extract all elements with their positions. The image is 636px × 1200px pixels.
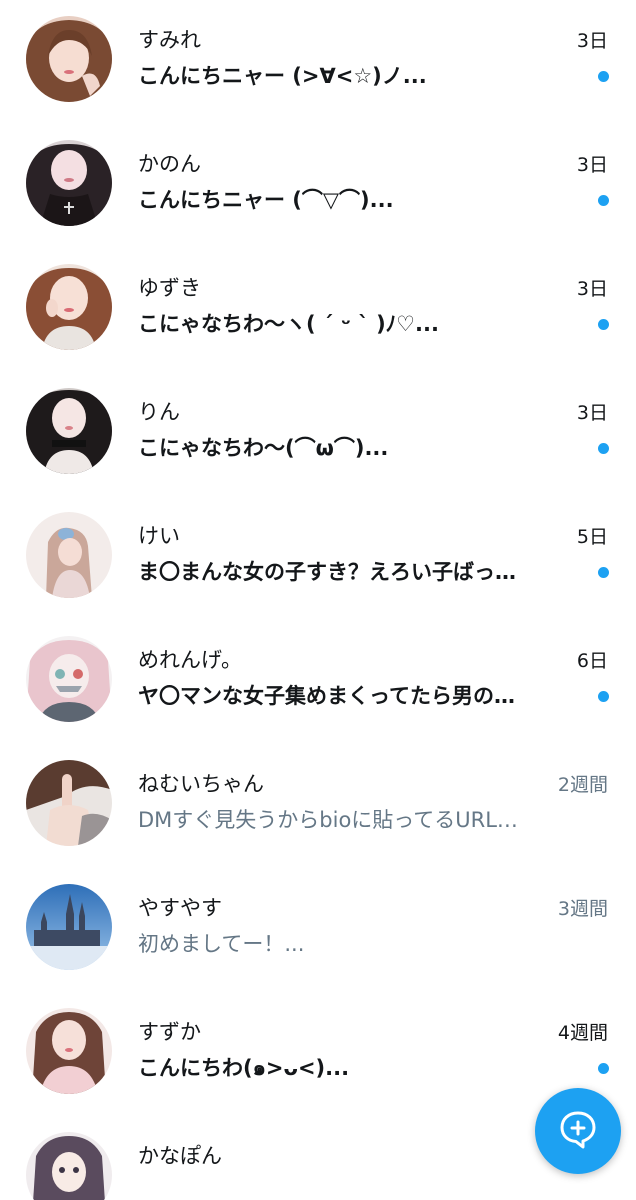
conversation-list: すみれ 3日 こんにちニャー (>∀<☆)ノ... かのん 3日 こんにちニャー… xyxy=(0,0,636,1200)
new-message-button[interactable] xyxy=(535,1088,621,1174)
new-message-icon xyxy=(556,1107,600,1155)
hand-photo-avatar[interactable] xyxy=(26,760,112,846)
conversation-time: 3日 xyxy=(576,154,608,176)
woman-portrait-avatar[interactable] xyxy=(26,264,112,350)
conversation-name: やすやす xyxy=(138,896,222,920)
unread-indicator xyxy=(598,1063,609,1074)
conversation-name: ねむいちゃん xyxy=(138,772,264,796)
conversation-row[interactable]: ねむいちゃん 2週間 DMすぐ見失うからbioに貼ってるURL… xyxy=(0,744,636,868)
conversation-time: 3週間 xyxy=(557,898,608,920)
anime-illustration-avatar[interactable] xyxy=(26,636,112,722)
conversation-preview: DMすぐ見失うからbioに貼ってるURL… xyxy=(138,808,518,832)
woman-portrait-avatar[interactable] xyxy=(26,1008,112,1094)
conversation-preview: こんにちわ(๑>ᴗ<)... xyxy=(138,1056,350,1080)
unread-indicator xyxy=(598,319,609,330)
woman-portrait-avatar[interactable] xyxy=(26,388,112,474)
conversation-row[interactable]: やすやす 3週間 初めましてー！... xyxy=(0,868,636,992)
conversation-preview: こにゃなちわ〜ヽ( ´ ᵕ ` )ﾉ♡... xyxy=(138,312,439,336)
conversation-row[interactable]: かのん 3日 こんにちニャー (⌒▽⌒)... xyxy=(0,124,636,248)
conversation-preview: 初めましてー！... xyxy=(138,932,305,956)
anime-illustration-avatar[interactable] xyxy=(26,1132,112,1200)
unread-indicator xyxy=(598,71,609,82)
conversation-name: すみれ xyxy=(138,28,201,52)
conversation-name: めれんげ。 xyxy=(138,648,242,672)
conversation-preview: こんにちニャー (⌒▽⌒)... xyxy=(138,188,394,212)
conversation-time: 2週間 xyxy=(557,774,608,796)
woman-portrait-avatar[interactable] xyxy=(26,140,112,226)
unread-indicator xyxy=(598,691,609,702)
conversation-preview: ま〇まんな女の子すき？えろい子ばっ… xyxy=(138,560,516,584)
conversation-name: ゆずき xyxy=(138,276,201,300)
unread-indicator xyxy=(598,567,609,578)
conversation-time: 3日 xyxy=(576,402,608,424)
conversation-time: 6日 xyxy=(576,650,608,672)
conversation-preview: こんにちニャー (>∀<☆)ノ... xyxy=(138,64,427,88)
conversation-name: けい xyxy=(138,524,180,548)
conversation-name: すずか xyxy=(138,1020,201,1044)
conversation-row[interactable]: すみれ 3日 こんにちニャー (>∀<☆)ノ... xyxy=(0,0,636,124)
conversation-row[interactable]: めれんげ。 6日 ヤ〇マンな女子集めまくってたら男の… xyxy=(0,620,636,744)
conversation-row[interactable]: ゆずき 3日 こにゃなちわ〜ヽ( ´ ᵕ ` )ﾉ♡... xyxy=(0,248,636,372)
conversation-name: かのん xyxy=(138,152,201,176)
conversation-row[interactable]: りん 3日 こにゃなちわ〜(⌒ω⌒)... xyxy=(0,372,636,496)
unread-indicator xyxy=(598,195,609,206)
conversation-name: かなぽん xyxy=(138,1144,222,1168)
conversation-preview: こにゃなちわ〜(⌒ω⌒)... xyxy=(138,436,389,460)
conversation-preview: ヤ〇マンな女子集めまくってたら男の… xyxy=(138,684,515,708)
unread-indicator xyxy=(598,443,609,454)
cathedral-photo-avatar[interactable] xyxy=(26,884,112,970)
conversation-time: 3日 xyxy=(576,30,608,52)
conversation-time: 4週間 xyxy=(557,1022,608,1044)
woman-portrait-avatar[interactable] xyxy=(26,512,112,598)
conversation-time: 5日 xyxy=(576,526,608,548)
conversation-name: りん xyxy=(138,400,180,424)
woman-portrait-avatar[interactable] xyxy=(26,16,112,102)
conversation-row[interactable]: すずか 4週間 こんにちわ(๑>ᴗ<)... xyxy=(0,992,636,1116)
conversation-row[interactable]: けい 5日 ま〇まんな女の子すき？えろい子ばっ… xyxy=(0,496,636,620)
conversation-time: 3日 xyxy=(576,278,608,300)
